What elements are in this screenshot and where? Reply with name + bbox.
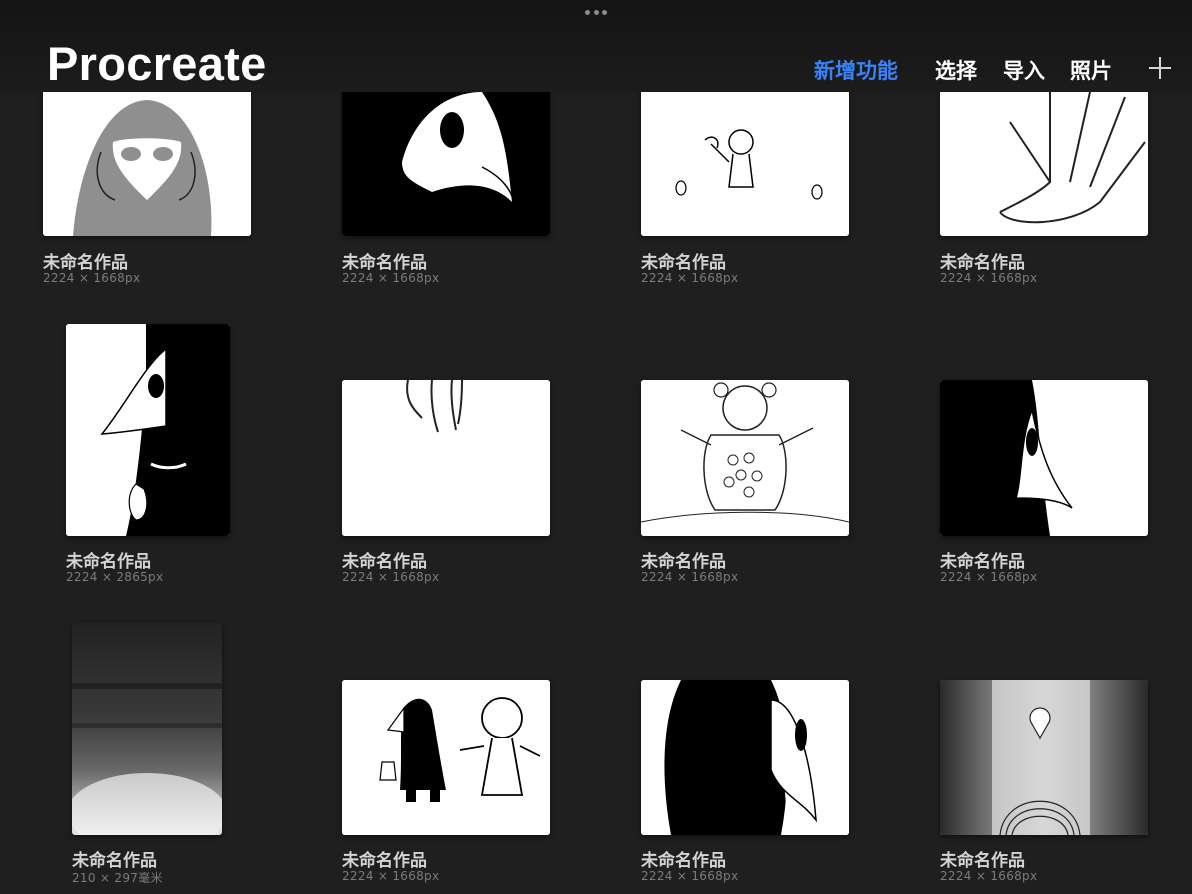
artwork-name: 未命名作品 [940,851,1025,871]
select-button[interactable]: 选择 [935,55,977,85]
artwork-size: 2224 × 1668px [342,869,440,883]
hand-top-image [342,380,550,536]
artwork-name: 未命名作品 [342,552,427,572]
doorway-mask-image [940,680,1148,835]
artwork-size: 210 × 297毫米 [72,871,163,885]
artwork-thumbnail[interactable] [940,380,1148,536]
artwork-name: 未命名作品 [342,253,427,273]
hand-outline-image [940,82,1148,236]
artwork-thumbnail[interactable] [43,82,251,236]
artwork-name: 未命名作品 [940,552,1025,572]
artwork-size: 2224 × 1668px [641,570,739,584]
plague-mask-large-image [342,82,550,236]
artwork-thumbnail[interactable] [342,380,550,536]
hooded-figure-image [43,82,251,236]
artwork-name: 未命名作品 [72,851,157,871]
new-canvas-plus-icon[interactable] [1149,57,1171,79]
artwork-size: 2224 × 1668px [43,271,141,285]
artwork-thumbnail[interactable] [342,680,550,835]
artwork-name: 未命名作品 [641,851,726,871]
artwork-name: 未命名作品 [641,253,726,273]
artwork-name: 未命名作品 [43,253,128,273]
artwork-size: 2224 × 1668px [641,869,739,883]
top-bar: Procreate 新增功能 选择 导入 照片 [0,0,1192,92]
import-button[interactable]: 导入 [1003,55,1045,85]
artwork-thumbnail[interactable] [940,82,1148,236]
artwork-size: 2224 × 1668px [940,271,1038,285]
artwork-size: 2224 × 1668px [940,570,1038,584]
photo-button[interactable]: 照片 [1070,55,1112,85]
artwork-size: 2224 × 1668px [342,570,440,584]
artwork-thumbnail[interactable] [641,82,849,236]
artwork-name: 未命名作品 [66,552,151,572]
artwork-thumbnail[interactable] [342,82,550,236]
dark-texture-image [72,623,222,835]
whats-new-button[interactable]: 新增功能 [814,55,898,85]
two-characters-image [342,680,550,835]
artwork-size: 2224 × 2865px [66,570,164,584]
mask-profile-dark-image [940,380,1148,536]
artwork-thumbnail[interactable] [940,680,1148,835]
artwork-thumbnail[interactable] [66,324,230,536]
bear-monster-image [641,380,849,536]
artwork-size: 2224 × 1668px [342,271,440,285]
app-title: Procreate [47,37,267,90]
small-figure-sketch-image [641,82,849,236]
plague-doctor-portrait-image [66,324,230,536]
artwork-size: 2224 × 1668px [940,869,1038,883]
artwork-thumbnail[interactable] [641,680,849,835]
more-dots-icon[interactable] [585,10,607,16]
artwork-name: 未命名作品 [342,851,427,871]
artwork-thumbnail[interactable] [72,623,222,835]
artwork-size: 2224 × 1668px [641,271,739,285]
artwork-thumbnail[interactable] [641,380,849,536]
artwork-name: 未命名作品 [940,253,1025,273]
mask-closeup-image [641,680,849,835]
artwork-name: 未命名作品 [641,552,726,572]
